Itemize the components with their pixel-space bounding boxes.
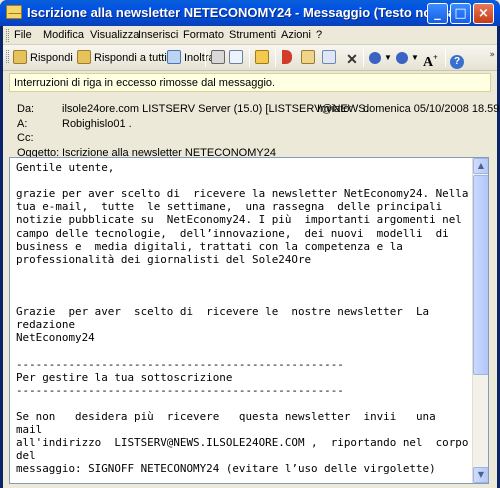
sent-label: Inviato: [317,103,353,115]
font-size-icon: A [423,55,434,70]
forward-icon [167,50,181,64]
address-book-button[interactable] [301,49,318,67]
print-button[interactable] [211,49,228,67]
body-line: ----------------------------------------… [16,383,344,397]
body-line: del [16,449,36,463]
body-line: professionalità dei giornalisti del Sole… [16,252,312,266]
next-item-button[interactable] [396,49,411,67]
next-item-icon [396,52,408,64]
reply-icon [13,50,27,64]
window-client: File Modifica Visualizza Inserisci Forma… [3,26,500,488]
body-line: Per gestire la tua sottoscrizione [16,370,233,384]
previous-item-button[interactable] [369,49,384,67]
toolbar-separator [445,49,446,67]
message-body[interactable]: ▲ ▼ Gentile utente, grazie per aver scelt… [9,157,489,484]
chevron-down-icon: ▼ [384,53,392,62]
help-icon: ? [450,55,464,69]
font-size-superscript-icon: + [433,53,438,62]
status-bar [3,484,497,488]
scroll-thumb[interactable] [473,175,488,375]
sent-value: domenica 05/10/2008 18.59 [363,103,500,115]
forward-label: Inoltra [184,52,215,64]
reply-all-label: Rispondi a tutti [94,52,167,64]
menu-azioni[interactable]: Azioni [281,29,311,41]
junk-mail-icon [322,50,336,64]
folder-icon [255,50,269,64]
cc-label: Cc: [17,132,34,144]
menu-inserisci[interactable]: Inserisci [138,29,178,41]
forward-button[interactable]: Inoltra [167,49,215,67]
standard-toolbar: Rispondi Rispondi a tutti Inoltra ✕ ▼ ▼ … [3,45,497,71]
from-label: Da: [17,103,35,115]
reply-button[interactable]: Rispondi [13,49,73,67]
menu-strumenti[interactable]: Strumenti [229,29,276,41]
copy-icon [229,50,243,64]
flag-button[interactable] [282,49,295,67]
flag-icon [282,50,292,64]
body-line: grazie per aver scelto di ricevere la ne… [16,187,469,201]
previous-item-dropdown[interactable]: ▼ [384,49,392,67]
chevron-down-icon: ▼ [411,53,419,62]
next-item-dropdown[interactable]: ▼ [411,49,419,67]
message-window: Iscrizione alla newsletter NETECONOMY24 … [0,0,500,488]
body-line: ----------------------------------------… [16,357,344,371]
body-line: Gentile utente, [16,161,115,174]
envelope-icon[interactable] [6,5,22,19]
info-bar[interactable]: Interruzioni di riga in eccesso rimosse … [9,73,491,92]
body-line: Grazie per aver scelto di ricevere le no… [16,305,430,319]
to-label: A: [17,118,28,130]
junk-button[interactable] [322,49,339,67]
help-button[interactable]: ? [450,49,467,69]
body-line: redazione [16,318,76,332]
body-line: Se non desidera più ricevere questa news… [16,409,436,423]
body-line: NetEconomy24 [16,331,95,345]
move-to-folder-button[interactable] [255,49,272,67]
font-size-button[interactable]: A+ [423,49,438,70]
copy-button[interactable] [229,49,246,67]
vertical-scrollbar[interactable]: ▲ ▼ [472,158,488,483]
menu-help[interactable]: ? [316,29,322,41]
body-line: messaggio: SIGNOFF NETECONOMY24 (evitare… [16,462,436,476]
minimize-button[interactable]: _ [427,3,448,24]
toolbar-separator [363,49,364,67]
scroll-up-button[interactable]: ▲ [473,158,488,174]
delete-icon: ✕ [346,51,358,67]
maximize-button[interactable]: □ [450,3,471,24]
reply-label: Rispondi [30,52,73,64]
toolbar-separator [275,49,276,67]
body-line: mail [16,423,43,436]
reply-all-icon [77,50,91,64]
message-headers: Da: ilsole24ore.com LISTSERV Server (15.… [3,94,500,159]
body-line: notizie pubblicate su NetEconomy24. I pi… [16,213,462,227]
menu-modifica[interactable]: Modifica [43,29,84,41]
body-line: all'indirizzo LISTSERV@NEWS.ILSOLE24ORE.… [16,436,469,450]
window-title: Iscrizione alla newsletter NETECONOMY24 … [27,5,471,20]
title-bar[interactable]: Iscrizione alla newsletter NETECONOMY24 … [0,0,500,26]
toolbar-options-icon[interactable]: » [489,50,495,60]
body-line: campo delle tecnologie, dell’innovazione… [16,226,449,240]
address-book-icon [301,50,315,64]
body-line: business e media digitali, trattati con … [16,239,403,253]
printer-icon [211,50,225,64]
menu-formato[interactable]: Formato [183,29,224,41]
to-value[interactable]: Robighislo01 . [62,118,132,130]
toolbar-separator [249,49,250,67]
close-button[interactable]: × [473,3,494,24]
scroll-down-button[interactable]: ▼ [473,467,488,483]
reply-all-button[interactable]: Rispondi a tutti [77,49,167,67]
toolbar-grip[interactable] [6,50,9,63]
menu-bar: File Modifica Visualizza Inserisci Forma… [3,26,497,45]
delete-button[interactable]: ✕ [345,49,362,67]
toolbar-separator [205,49,206,67]
menu-file[interactable]: File [14,29,32,41]
previous-item-icon [369,52,381,64]
body-line: tua e-mail, tutte le settimane, una rass… [16,200,443,214]
menu-visualizza[interactable]: Visualizza [90,29,139,41]
menubar-grip[interactable] [6,29,9,42]
